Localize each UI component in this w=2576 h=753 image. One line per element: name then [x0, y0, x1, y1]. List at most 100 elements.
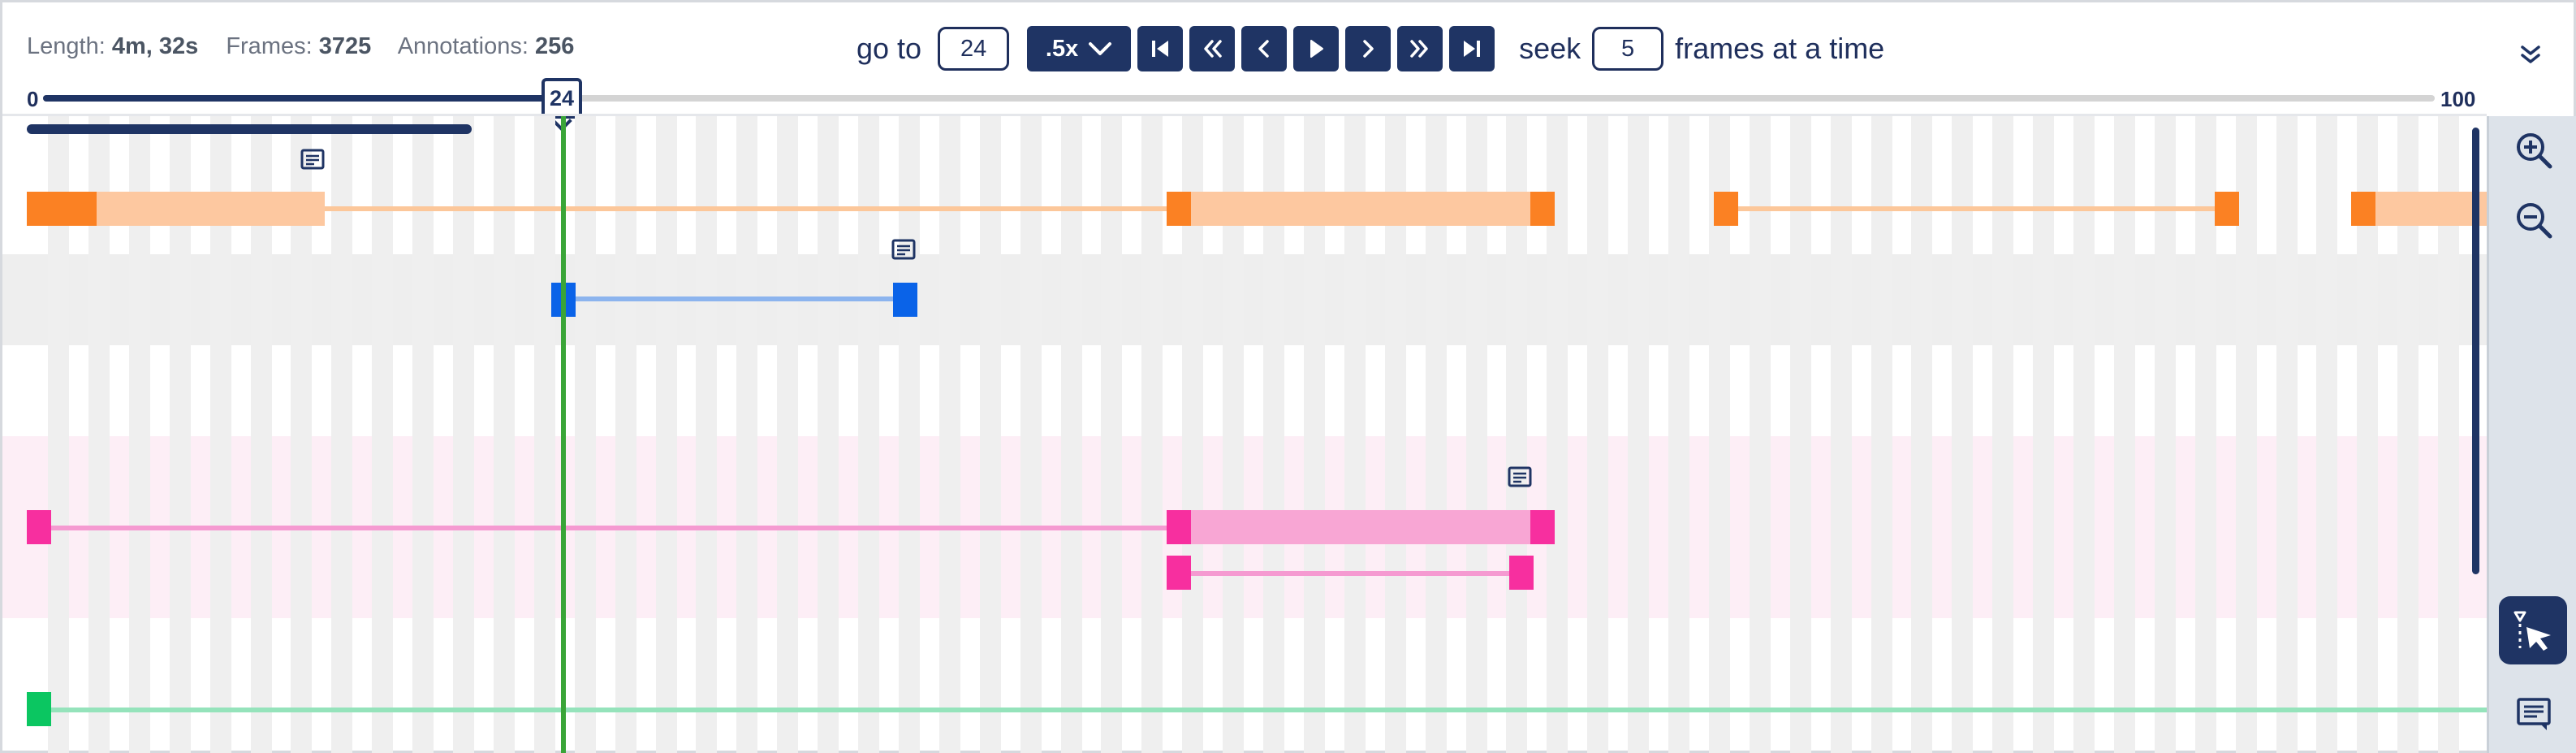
frame-stripe [1628, 116, 1650, 753]
comment-icon [2517, 698, 2551, 730]
play-button[interactable] [1293, 26, 1340, 71]
frame-stripe [533, 116, 555, 753]
comment-icon[interactable] [891, 238, 917, 264]
orange-track-line [1715, 206, 2227, 211]
frame-stripe [1060, 116, 1082, 753]
frame-stripe [1830, 116, 1852, 753]
frame-stripe [777, 116, 799, 753]
pink-keyframe[interactable] [1509, 556, 1534, 590]
orange-keyframe[interactable] [2215, 192, 2239, 226]
skip-to-start-button[interactable] [1137, 26, 1184, 71]
frame-scrubber-progress [43, 95, 554, 102]
green-track-line [50, 708, 2487, 712]
frame-stripe [1587, 116, 1609, 753]
step-back-button[interactable] [1241, 26, 1288, 71]
frame-stripe [1668, 116, 1689, 753]
seek-suffix-label: frames at a time [1675, 32, 1885, 65]
double-chevron-down-icon [2521, 45, 2540, 63]
green-keyframe[interactable] [27, 692, 51, 726]
frame-stripe [2073, 116, 2095, 753]
speed-label: .5x [1045, 35, 1079, 62]
timeline-scrollbar[interactable] [2472, 128, 2479, 574]
visible-range-bar[interactable] [27, 124, 472, 134]
frame-stripe [1101, 116, 1123, 753]
speed-dropdown[interactable]: .5x [1027, 26, 1132, 71]
annotation-timeline[interactable] [2, 116, 2487, 753]
frame-stripe [2276, 116, 2298, 753]
pink-keyframe[interactable] [1167, 510, 1191, 544]
select-tool-button[interactable] [2499, 596, 2567, 664]
frame-stripe [1952, 116, 1974, 753]
frame-stripe [2154, 116, 2176, 753]
frame-stripe [1871, 116, 1892, 753]
rewind-fast-button[interactable] [1189, 26, 1236, 71]
comments-button[interactable] [2516, 696, 2552, 732]
collapse-button[interactable] [2519, 45, 2542, 70]
orange-keyframe[interactable] [27, 192, 97, 226]
frame-stripe [1789, 116, 1811, 753]
frame-stripe [1141, 116, 1163, 753]
frame-stripe [2194, 116, 2216, 753]
frame-stripe [493, 116, 515, 753]
frame-stripe [2113, 116, 2135, 753]
frame-stripe [372, 116, 394, 753]
pink-track-line [50, 526, 1170, 530]
frames-value: 3725 [318, 33, 372, 59]
zoom-out-button[interactable] [2514, 201, 2553, 240]
skip-to-end-icon [1464, 41, 1481, 57]
pink-track-line [1189, 571, 1514, 576]
current-frame-marker[interactable]: 24 [542, 78, 582, 119]
blue-keyframe[interactable] [893, 283, 917, 317]
annotations-value: 256 [535, 33, 575, 59]
frame-stripe [818, 116, 839, 753]
frame-stripe [979, 116, 1001, 753]
playhead[interactable] [561, 116, 566, 753]
pink-keyframe[interactable] [1530, 510, 1555, 544]
zoom-in-button[interactable] [2514, 131, 2553, 170]
fast-forward-button[interactable] [1397, 26, 1443, 71]
frame-stripe [1911, 116, 1933, 753]
play-icon [1310, 40, 1324, 58]
orange-keyframe[interactable] [1530, 192, 1555, 226]
goto-label: go to [857, 32, 922, 65]
scrubber-max-label: 100 [2440, 87, 2476, 111]
step-forward-icon [1363, 40, 1374, 58]
length-label: Length: [27, 33, 106, 59]
pink-keyframe[interactable] [1167, 556, 1191, 590]
step-back-icon [1258, 40, 1269, 58]
fast-forward-icon [1410, 40, 1428, 58]
frame-stripe [1749, 116, 1771, 753]
video-stats: Length: 4m, 32s Frames: 3725 Annotations… [27, 33, 595, 60]
frame-stripe [736, 116, 758, 753]
frame-stripe [615, 116, 636, 753]
skip-to-start-icon [1152, 41, 1169, 57]
seek-step-input[interactable] [1592, 27, 1664, 71]
comment-icon[interactable] [300, 148, 326, 174]
orange-keyframe[interactable] [1714, 192, 1738, 226]
frame-stripe [858, 116, 879, 753]
frame-stripe [655, 116, 677, 753]
frame-stripe [696, 116, 718, 753]
pink-segment[interactable] [1167, 510, 1555, 544]
rewind-fast-icon [1204, 40, 1222, 58]
orange-keyframe[interactable] [2351, 192, 2375, 226]
length-value: 4m, 32s [111, 33, 199, 59]
blue-track-line [567, 296, 895, 301]
skip-to-end-button[interactable] [1449, 26, 1495, 71]
comment-icon[interactable] [1507, 465, 1533, 491]
frame-stripe [2033, 116, 2055, 753]
frames-label: Frames: [226, 33, 313, 59]
video-annotation-timeline: Length: 4m, 32s Frames: 3725 Annotations… [0, 0, 2576, 753]
pink-keyframe[interactable] [27, 510, 51, 544]
playback-controls: go to .5x seek frames at a time [857, 25, 1884, 72]
annotations-label: Annotations: [397, 33, 529, 59]
orange-keyframe[interactable] [1167, 192, 1191, 226]
frame-stripe [1020, 116, 1042, 753]
step-forward-button[interactable] [1345, 26, 1392, 71]
frame-stripe [331, 116, 353, 753]
goto-frame-input[interactable] [938, 27, 1010, 71]
orange-segment[interactable] [1167, 192, 1555, 226]
frame-stripe [453, 116, 474, 753]
frame-stripe [2316, 116, 2338, 753]
frame-stripe [898, 116, 920, 753]
